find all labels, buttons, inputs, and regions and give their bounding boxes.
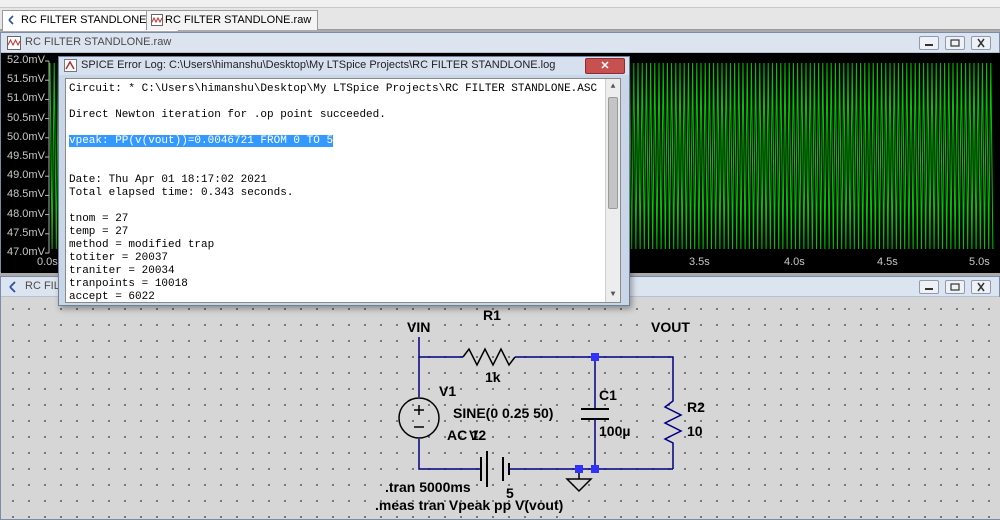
y-tick-label: 48.5mV xyxy=(7,188,45,201)
dialog-title: SPICE Error Log: C:\Users\himanshu\Deskt… xyxy=(81,59,556,71)
waveform-icon xyxy=(7,36,21,50)
c1-label[interactable]: C1 xyxy=(599,387,617,403)
close-icon xyxy=(977,282,985,292)
net-label-vin[interactable]: VIN xyxy=(407,319,430,335)
log-line-text: tnom = 27 xyxy=(69,213,129,225)
v1-label[interactable]: V1 xyxy=(439,383,456,399)
tab-waveform[interactable]: RC FILTER STANDLONE.raw xyxy=(146,10,319,30)
schematic-icon xyxy=(9,281,16,293)
minimize-icon xyxy=(925,44,933,46)
schematic-icon xyxy=(8,15,14,25)
r2-value[interactable]: 10 xyxy=(687,423,703,439)
log-line-text: Circuit: * C:\Users\himanshu\Desktop\My … xyxy=(69,83,598,95)
meas-directive[interactable]: .meas tran Vpeak pp V(vout) xyxy=(375,497,563,513)
net-label-vout[interactable]: VOUT xyxy=(651,319,690,335)
restore-button[interactable] xyxy=(945,280,965,294)
minimize-button[interactable] xyxy=(919,280,939,294)
minimize-button[interactable] xyxy=(919,36,939,50)
log-line-text: Direct Newton iteration for .op point su… xyxy=(69,109,386,121)
log-line-text: totiter = 20037 xyxy=(69,252,169,264)
close-button[interactable] xyxy=(971,36,991,50)
log-line: method = modified trap xyxy=(69,239,620,252)
r1-label[interactable]: R1 xyxy=(483,307,501,323)
log-line-text: method = modified trap xyxy=(69,239,215,251)
schematic-canvas[interactable]: VIN VOUT R1 1k V1 SINE(0 0.25 50) AC 1 V… xyxy=(1,297,1000,519)
document-tab-bar: RC FILTER STANDLONE.ASC RC FILTER STANDL… xyxy=(0,8,1000,31)
y-tick-label: 47.5mV xyxy=(7,226,45,239)
log-line: Total elapsed time: 0.343 seconds. xyxy=(69,187,620,200)
x-tick-label: 3.5s xyxy=(689,256,710,268)
v2-label[interactable]: V2 xyxy=(469,427,486,443)
restore-icon xyxy=(950,39,960,47)
log-line: traniter = 20034 xyxy=(69,265,620,278)
log-text-area[interactable]: Circuit: * C:\Users\himanshu\Desktop\My … xyxy=(65,78,621,303)
log-line: Date: Thu Apr 01 18:17:02 2021 xyxy=(69,174,620,187)
x-tick-label: 0.0s xyxy=(37,256,58,268)
r1-value[interactable]: 1k xyxy=(485,369,501,385)
log-line: Circuit: * C:\Users\himanshu\Desktop\My … xyxy=(69,83,620,96)
scroll-thumb[interactable] xyxy=(608,97,618,209)
log-line: vpeak: PP(v(vout))=0.0046721 FROM 0 TO 5 xyxy=(69,135,620,148)
log-line: temp = 27 xyxy=(69,226,620,239)
log-line: accept = 6022 xyxy=(69,291,620,303)
log-line-text: tranpoints = 10018 xyxy=(69,278,188,290)
c1-value[interactable]: 100µ xyxy=(599,423,630,439)
log-line: tnom = 27 xyxy=(69,213,620,226)
log-line-text: temp = 27 xyxy=(69,226,129,238)
x-tick-label: 4.0s xyxy=(784,256,805,268)
log-line-text: Total elapsed time: 0.343 seconds. xyxy=(69,187,294,199)
vertical-scrollbar[interactable]: ▲ ▼ xyxy=(605,79,620,302)
log-line: tranpoints = 10018 xyxy=(69,278,620,291)
scroll-up-arrow-icon[interactable]: ▲ xyxy=(606,79,620,94)
log-line-text: accept = 6022 xyxy=(69,291,155,303)
y-tick-label: 49.0mV xyxy=(7,169,45,182)
spice-error-log-dialog: SPICE Error Log: C:\Users\himanshu\Deskt… xyxy=(58,56,630,306)
y-tick-label: 50.0mV xyxy=(7,130,45,143)
y-tick-label: 52.0mV xyxy=(7,54,45,66)
close-icon xyxy=(977,38,985,48)
log-line: totiter = 20037 xyxy=(69,252,620,265)
y-tick-label: 50.5mV xyxy=(7,111,45,124)
y-tick-label: 51.0mV xyxy=(7,92,45,105)
waveform-icon xyxy=(151,14,163,26)
x-tick-label: 5.0s xyxy=(969,256,990,268)
log-line-text: Date: Thu Apr 01 18:17:02 2021 xyxy=(69,174,268,186)
y-tick-label: 51.5mV xyxy=(7,73,45,86)
r2-label[interactable]: R2 xyxy=(687,399,705,415)
restore-button[interactable] xyxy=(945,36,965,50)
dialog-close-button[interactable]: ✕ xyxy=(585,58,625,74)
y-tick-label: 49.5mV xyxy=(7,150,45,162)
log-line-text: traniter = 20034 xyxy=(69,265,175,277)
close-button[interactable] xyxy=(971,280,991,294)
toolbar-strip xyxy=(0,0,1000,8)
waveform-window-titlebar: RC FILTER STANDLONE.raw xyxy=(1,33,999,53)
restore-icon xyxy=(950,283,960,291)
y-tick-label: 48.0mV xyxy=(7,207,45,220)
ltspice-icon xyxy=(64,59,77,72)
tran-directive[interactable]: .tran 5000ms xyxy=(385,479,471,495)
log-line: Direct Newton iteration for .op point su… xyxy=(69,109,620,122)
schematic-window: RC FILTER STANDLONE.ASC xyxy=(0,276,1000,520)
waveform-window-title: RC FILTER STANDLONE.raw xyxy=(25,36,172,48)
tab-label: RC FILTER STANDLONE.raw xyxy=(165,14,312,26)
minimize-icon xyxy=(925,288,933,290)
v1-value[interactable]: SINE(0 0.25 50) xyxy=(453,405,553,421)
scroll-down-arrow-icon[interactable]: ▼ xyxy=(606,287,620,302)
x-tick-label: 4.5s xyxy=(877,256,898,268)
log-line-text: vpeak: PP(v(vout))=0.0046721 FROM 0 TO 5 xyxy=(69,135,334,147)
dialog-titlebar[interactable]: SPICE Error Log: C:\Users\himanshu\Deskt… xyxy=(59,57,629,75)
